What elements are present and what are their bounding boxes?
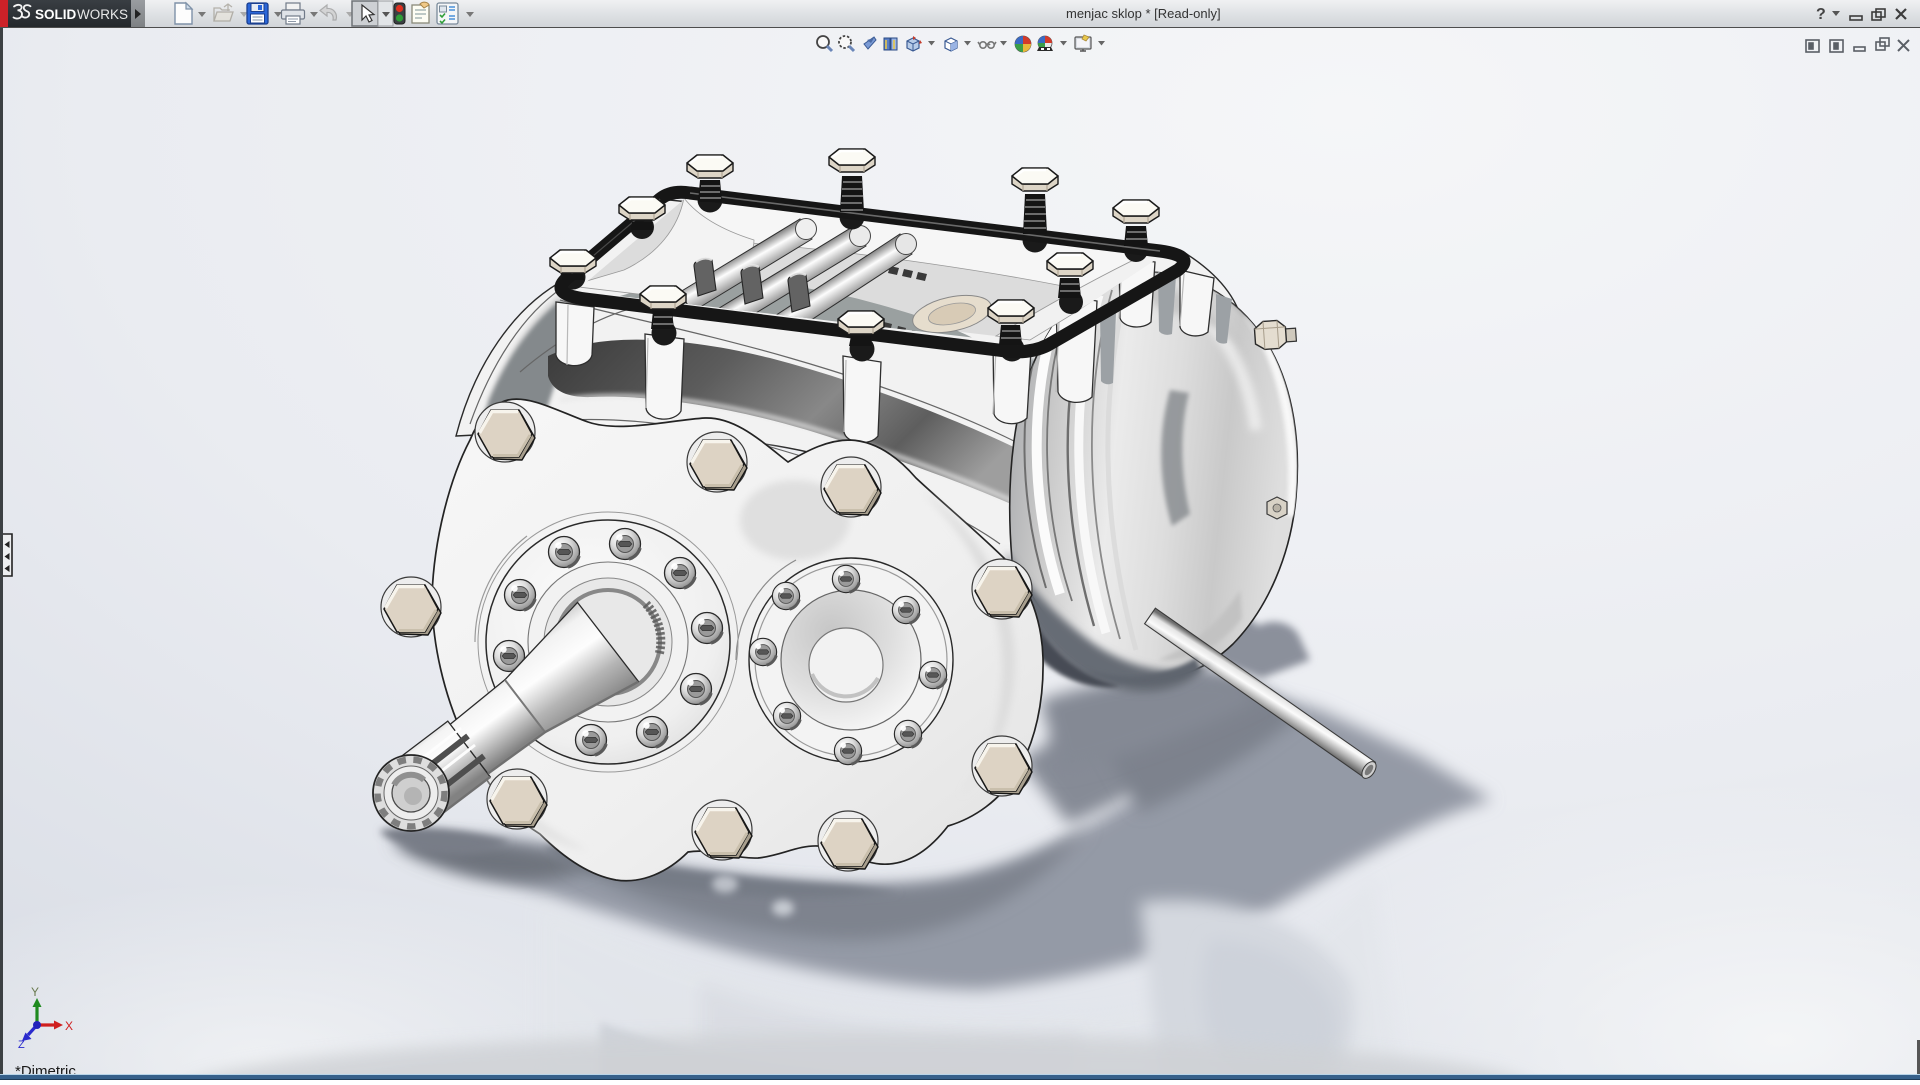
svg-text:SOLID: SOLID [35,7,77,22]
svg-text:Z: Z [18,1039,25,1051]
svg-text:Y: Y [31,985,39,999]
svg-text:WORKS: WORKS [77,7,128,22]
svg-text:?: ? [1816,6,1826,23]
svg-text:X: X [65,1019,73,1033]
